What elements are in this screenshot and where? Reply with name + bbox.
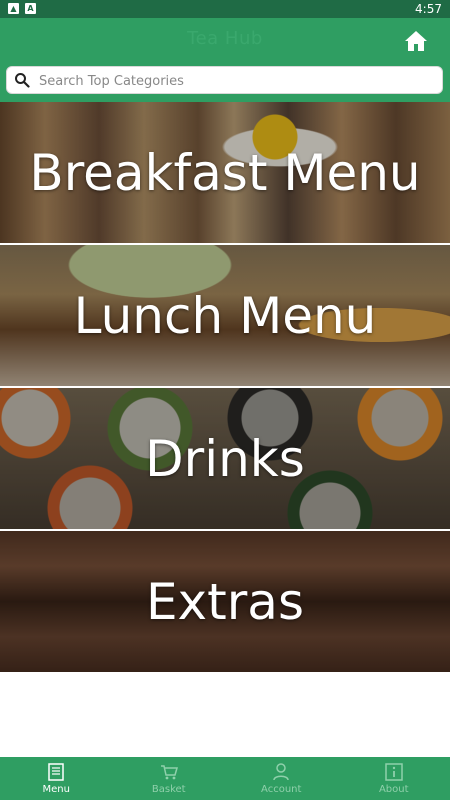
nav-label: Basket (151, 784, 186, 795)
home-icon (405, 31, 427, 51)
nav-item-basket[interactable]: Basket (113, 757, 226, 800)
basket-icon (160, 765, 178, 780)
image-notification-icon: ▲ (8, 3, 19, 14)
search-box[interactable] (6, 66, 443, 95)
home-button[interactable] (402, 28, 430, 54)
status-time: 4:57 (415, 2, 442, 16)
search-input[interactable] (37, 67, 436, 95)
info-icon (385, 763, 403, 781)
status-bar: ▲ A 4:57 (0, 0, 450, 18)
category-list: Breakfast Menu Lunch Menu Drinks Extras (0, 102, 450, 674)
category-tile-drinks[interactable]: Drinks (0, 388, 450, 531)
nav-label: About (378, 784, 409, 795)
search-icon (15, 73, 30, 88)
category-tile-lunch[interactable]: Lunch Menu (0, 245, 450, 388)
app-title: Tea Hub (187, 28, 263, 49)
category-tile-breakfast[interactable]: Breakfast Menu (0, 102, 450, 245)
nav-item-menu[interactable]: Menu (0, 757, 113, 800)
nav-label: Menu (42, 784, 70, 795)
nav-label: Account (261, 784, 302, 795)
a-notification-icon: A (25, 3, 36, 14)
menu-book-icon (48, 763, 64, 781)
app-screen: ▲ A 4:57 Tea Hub Breakfast Menu (0, 0, 450, 800)
category-tile-extras[interactable]: Extras (0, 531, 450, 674)
category-label: Extras (145, 572, 305, 631)
nav-item-about[interactable]: About (338, 757, 450, 800)
category-label: Drinks (145, 429, 305, 488)
app-header: Tea Hub (0, 18, 450, 102)
category-label: Lunch Menu (73, 286, 377, 345)
nav-item-account[interactable]: Account (225, 757, 338, 800)
account-icon (273, 763, 289, 781)
bottom-navigation: Menu Basket Account About (0, 757, 450, 800)
category-label: Breakfast Menu (29, 143, 421, 202)
